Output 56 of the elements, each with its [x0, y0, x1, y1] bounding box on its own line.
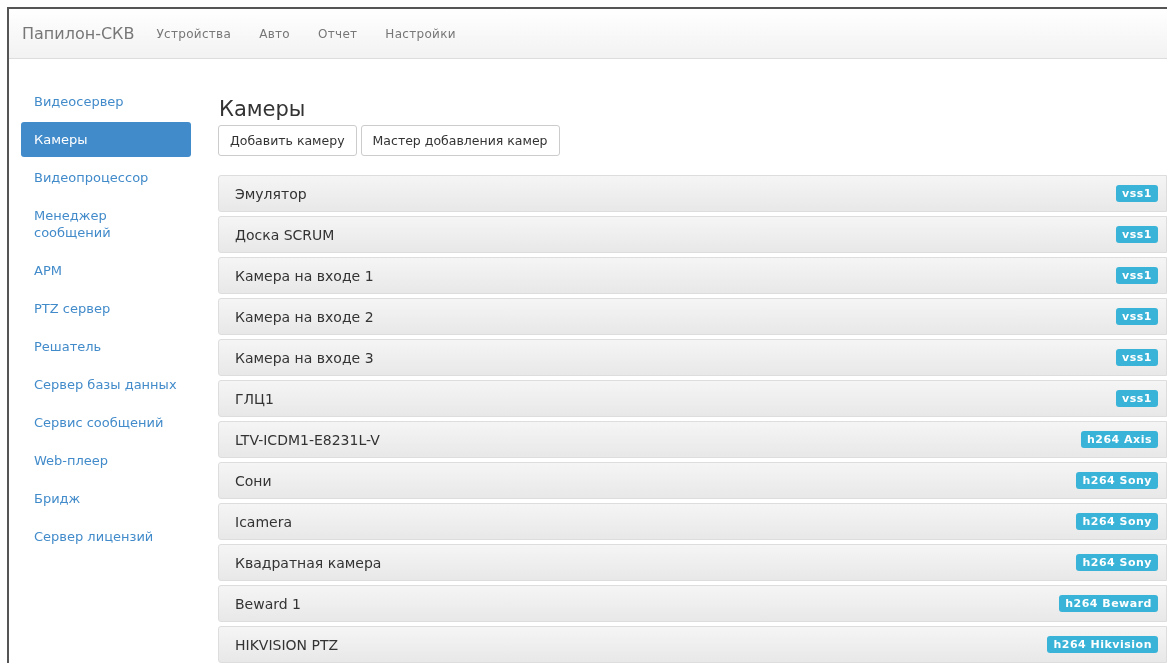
- camera-row[interactable]: ГЛЦ1 vss1: [218, 380, 1167, 417]
- camera-row[interactable]: Камера на входе 3 vss1: [218, 339, 1167, 376]
- camera-name: LTV-ICDM1-E8231L-V: [235, 431, 380, 448]
- camera-row[interactable]: Камера на входе 1 vss1: [218, 257, 1167, 294]
- camera-tag: h264 Sony: [1076, 513, 1158, 530]
- sidebar-item[interactable]: Web-плеер: [21, 443, 191, 478]
- camera-tag: h264 Hikvision: [1047, 636, 1158, 653]
- brand-link[interactable]: Папилон-СКВ: [22, 24, 135, 43]
- sidebar-item[interactable]: PTZ сервер: [21, 291, 191, 326]
- sidebar-item[interactable]: Видеосервер: [21, 84, 191, 119]
- camera-tag: vss1: [1116, 390, 1158, 407]
- sidebar-item[interactable]: Бридж: [21, 481, 191, 516]
- camera-tag: vss1: [1116, 226, 1158, 243]
- sidebar-item[interactable]: АРМ: [21, 253, 191, 288]
- camera-name: Камера на входе 2: [235, 308, 374, 325]
- camera-tag: vss1: [1116, 185, 1158, 202]
- page-title: Камеры: [219, 97, 307, 121]
- camera-name: Доска SCRUM: [235, 226, 335, 243]
- camera-tag: vss1: [1116, 267, 1158, 284]
- camera-row[interactable]: Icamera h264 Sony: [218, 503, 1167, 540]
- nav-link[interactable]: Авто: [259, 26, 290, 41]
- nav-link[interactable]: Отчет: [317, 26, 358, 41]
- camera-row[interactable]: Камера на входе 2 vss1: [218, 298, 1167, 335]
- camera-name: Эмулятор: [235, 185, 307, 202]
- camera-tag: h264 Sony: [1076, 554, 1158, 571]
- camera-tag: vss1: [1116, 349, 1158, 366]
- camera-name: ГЛЦ1: [235, 390, 274, 407]
- sidebar-item[interactable]: Видеопроцессор: [21, 160, 191, 195]
- camera-name: Icamera: [235, 513, 292, 530]
- camera-row[interactable]: Сони h264 Sony: [218, 462, 1167, 499]
- nav-link[interactable]: Устройства: [156, 26, 232, 41]
- sidebar-item[interactable]: Решатель: [21, 329, 191, 364]
- camera-tag: h264 Axis: [1080, 431, 1158, 448]
- sidebar-item[interactable]: Менеджер сообщений: [21, 198, 191, 250]
- camera-tag: vss1: [1116, 308, 1158, 325]
- camera-name: Сони: [235, 472, 272, 489]
- action-button[interactable]: Добавить камеру: [218, 125, 357, 156]
- camera-row[interactable]: HIKVISION PTZ h264 Hikvision: [218, 626, 1167, 663]
- camera-name: Beward 1: [235, 595, 301, 612]
- camera-row[interactable]: Эмулятор vss1: [218, 175, 1167, 212]
- camera-name: Камера на входе 3: [235, 349, 374, 366]
- camera-name: Квадратная камера: [235, 554, 382, 571]
- camera-tag: h264 Sony: [1076, 472, 1158, 489]
- camera-name: Камера на входе 1: [235, 267, 374, 284]
- action-button[interactable]: Мастер добавления камер: [360, 125, 560, 156]
- sidebar-item[interactable]: Сервер базы данных: [21, 367, 191, 402]
- sidebar-item[interactable]: Сервер лицензий: [21, 519, 191, 554]
- nav-link[interactable]: Настройки: [385, 26, 456, 41]
- sidebar-item[interactable]: Камеры: [21, 122, 191, 157]
- sidebar-item[interactable]: Сервис сообщений: [21, 405, 191, 440]
- camera-row[interactable]: Доска SCRUM vss1: [218, 216, 1167, 253]
- camera-row[interactable]: Квадратная камера h264 Sony: [218, 544, 1167, 581]
- camera-tag: h264 Beward: [1059, 595, 1158, 612]
- camera-name: HIKVISION PTZ: [235, 636, 339, 653]
- camera-row[interactable]: Beward 1 h264 Beward: [218, 585, 1167, 622]
- camera-row[interactable]: LTV-ICDM1-E8231L-V h264 Axis: [218, 421, 1167, 458]
